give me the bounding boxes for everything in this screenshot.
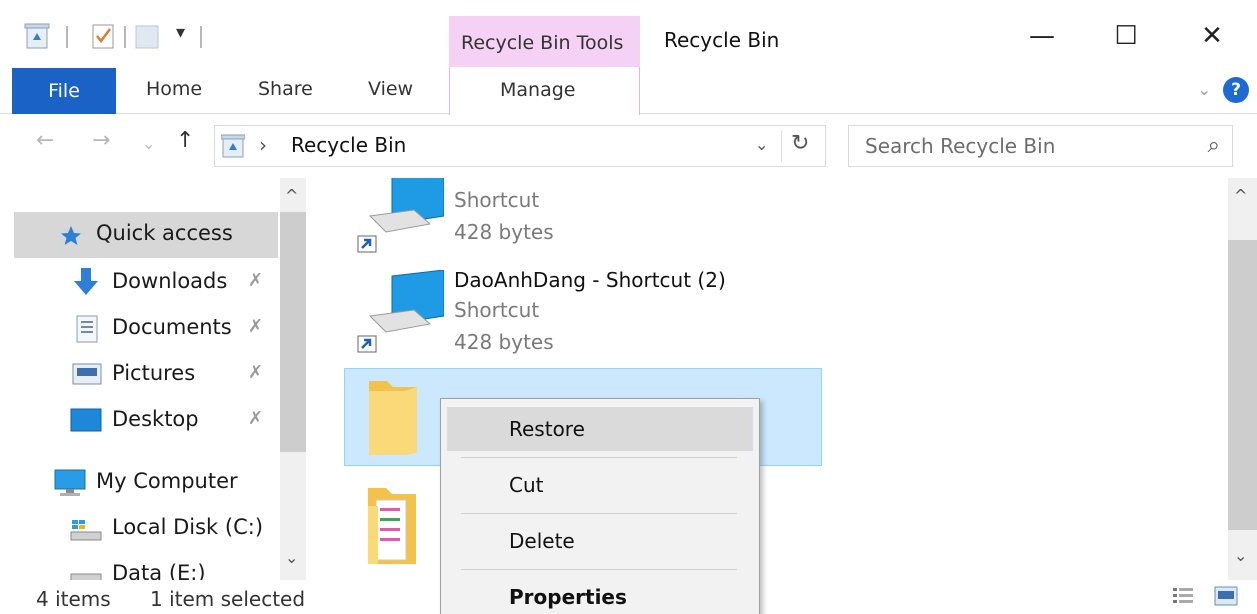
help-icon[interactable]: ? (1223, 77, 1249, 103)
item-count: 4 items (36, 587, 111, 611)
close-button[interactable]: ✕ (1182, 14, 1242, 58)
contextual-tab-group-label: Recycle Bin Tools (461, 32, 624, 54)
address-divider (781, 130, 782, 162)
nav-item-local-disk-c[interactable]: Local Disk (C:) (0, 506, 278, 550)
recent-locations-button[interactable]: ⌄ (142, 134, 155, 153)
new-folder-icon[interactable] (134, 22, 160, 50)
nav-label: My Computer (96, 469, 238, 493)
menu-item-label: Properties (509, 585, 627, 609)
download-icon (74, 268, 98, 295)
nav-label: Data (E:) (112, 561, 206, 580)
customize-toolbar-icon[interactable]: ▾ (176, 22, 185, 43)
search-input[interactable]: Search Recycle Bin (865, 134, 1055, 158)
menu-separator (461, 457, 737, 458)
tab-manage-label: Manage (500, 79, 576, 101)
list-item[interactable]: DaoAnhDang - Shortcut (2) Shortcut 428 b… (344, 262, 822, 362)
nav-scroll-down-icon[interactable]: ⌄ (285, 548, 298, 567)
nav-scrollbar-thumb[interactable] (280, 212, 306, 452)
file-name: DaoAnhDang - Shortcut (2) (454, 268, 726, 292)
pin-icon: ✗ (248, 316, 264, 337)
nav-item-my-computer[interactable]: My Computer (0, 460, 278, 504)
documents-icon (76, 315, 98, 343)
list-item[interactable]: Shortcut 428 bytes (344, 178, 822, 258)
nav-item-pictures[interactable]: Pictures ✗ (0, 352, 278, 396)
folder-documents-icon (368, 488, 416, 564)
tab-home[interactable]: Home (146, 78, 202, 100)
address-dropdown-icon[interactable]: ⌄ (755, 135, 768, 154)
scroll-up-icon[interactable]: ^ (1234, 186, 1247, 205)
recycle-bin-icon (221, 134, 245, 158)
minimize-button[interactable]: — (1012, 14, 1072, 58)
context-menu: Restore Cut Delete Properties (440, 398, 760, 614)
nav-item-desktop[interactable]: Desktop ✗ (0, 398, 278, 442)
pin-icon: ✗ (248, 408, 264, 429)
drive-icon (70, 520, 102, 541)
file-size: 428 bytes (454, 220, 554, 244)
toolbar-separator (200, 26, 202, 48)
menu-item-properties[interactable]: Properties (447, 575, 753, 614)
expand-ribbon-icon[interactable]: ⌄ (1198, 80, 1211, 99)
drive-icon (70, 573, 102, 580)
content-scrollbar-thumb[interactable] (1228, 240, 1257, 530)
desktop-icon (70, 408, 102, 432)
selection-count: 1 item selected (150, 587, 306, 611)
title-bar: ▾ Recycle Bin Tools Recycle Bin — ☐ ✕ (0, 0, 1257, 68)
details-view-icon[interactable] (1172, 586, 1194, 606)
breadcrumb-separator[interactable]: › (259, 133, 267, 157)
menu-item-label: Restore (509, 417, 585, 441)
nav-scroll-up-icon[interactable]: ^ (285, 186, 298, 205)
search-box[interactable]: Search Recycle Bin ⌕ (848, 125, 1233, 167)
computer-icon (54, 469, 86, 496)
nav-item-documents[interactable]: Documents ✗ (0, 306, 278, 350)
tab-view[interactable]: View (368, 78, 413, 100)
maximize-button[interactable]: ☐ (1096, 14, 1156, 58)
nav-label: Local Disk (C:) (112, 515, 264, 539)
nav-label: Desktop (112, 407, 199, 431)
scroll-down-icon[interactable]: ⌄ (1234, 546, 1247, 565)
pictures-icon (72, 363, 102, 385)
menu-item-delete[interactable]: Delete (447, 519, 753, 563)
pin-icon: ✗ (248, 270, 264, 291)
large-icons-view-icon[interactable] (1214, 586, 1238, 606)
file-type: Shortcut (454, 188, 540, 212)
toolbar-separator (124, 26, 126, 48)
nav-label: Downloads (112, 269, 228, 293)
up-button[interactable]: ↑ (176, 128, 194, 153)
menu-separator (461, 569, 737, 570)
window-title: Recycle Bin (664, 28, 780, 52)
pin-icon: ✗ (248, 362, 264, 383)
contextual-tab-group: Recycle Bin Tools (449, 16, 640, 68)
recycle-bin-icon[interactable] (24, 22, 50, 50)
search-icon[interactable]: ⌕ (1208, 133, 1220, 158)
menu-separator (461, 513, 737, 514)
nav-label: Pictures (112, 361, 196, 385)
folder-icon (369, 381, 417, 455)
nav-item-downloads[interactable]: Downloads ✗ (0, 260, 278, 304)
tab-share[interactable]: Share (258, 78, 313, 100)
menu-item-label: Cut (509, 473, 544, 497)
file-size: 428 bytes (454, 330, 554, 354)
nav-label: Documents (112, 315, 232, 339)
ribbon-tabs: File Home Share View Manage ⌄ ? (0, 67, 1257, 115)
menu-item-cut[interactable]: Cut (447, 463, 753, 507)
nav-item-data-e[interactable]: Data (E:) (0, 552, 278, 580)
toolbar-separator (66, 26, 68, 48)
properties-icon[interactable] (90, 22, 116, 50)
navigation-pane: Quick access Downloads ✗ Documents ✗ Pic… (0, 178, 310, 580)
star-icon (61, 226, 81, 245)
shortcut-icon (357, 178, 444, 253)
forward-button[interactable]: → (92, 128, 110, 153)
menu-item-restore[interactable]: Restore (447, 407, 753, 451)
breadcrumb-recycle-bin[interactable]: Recycle Bin (291, 133, 406, 157)
tab-manage[interactable]: Manage (449, 67, 640, 115)
refresh-icon[interactable]: ↻ (791, 131, 809, 156)
shortcut-icon (357, 270, 444, 353)
file-type: Shortcut (454, 298, 540, 322)
back-button[interactable]: ← (36, 128, 54, 153)
address-bar[interactable]: › Recycle Bin ⌄ ↻ (214, 125, 826, 167)
tab-file[interactable]: File (12, 68, 116, 114)
nav-label: Quick access (96, 221, 233, 245)
menu-item-label: Delete (509, 529, 575, 553)
nav-item-quick-access[interactable]: Quick access (14, 212, 278, 258)
